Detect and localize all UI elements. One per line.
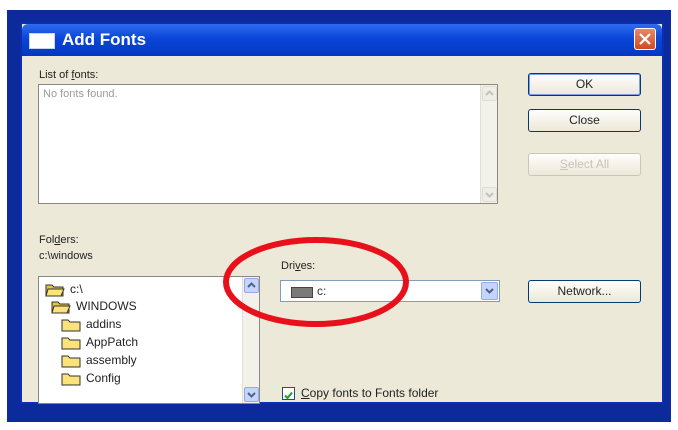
app-icon (29, 33, 55, 49)
network-button[interactable]: Network... (528, 280, 641, 303)
dropdown-arrow-button[interactable] (481, 282, 498, 300)
folders-label: Folders: (39, 234, 79, 246)
open-folder-icon (51, 301, 71, 314)
scroll-down-button[interactable] (244, 387, 259, 402)
ok-button[interactable]: OK (528, 73, 641, 96)
folder-icon (61, 373, 81, 386)
folder-icon (61, 319, 81, 332)
folder-icon (61, 355, 81, 368)
scroll-down-button[interactable] (482, 187, 497, 202)
title-bar[interactable]: Add Fonts (22, 24, 662, 56)
close-icon (639, 33, 651, 45)
chevron-down-icon (247, 392, 256, 398)
checkmark-icon (284, 391, 293, 400)
annotation-circle (223, 237, 409, 327)
current-folder-path: c:\windows (39, 250, 93, 262)
dialog-title: Add Fonts (62, 30, 147, 49)
fonts-scrollbar[interactable] (480, 85, 497, 203)
close-button[interactable]: Close (528, 109, 641, 132)
fonts-listbox[interactable]: No fonts found. (38, 84, 498, 204)
chevron-down-icon (485, 288, 494, 294)
scroll-up-button[interactable] (482, 86, 497, 101)
close-window-button[interactable] (634, 28, 656, 50)
chevron-up-icon (485, 90, 494, 96)
copy-fonts-label[interactable]: Copy fonts to Fonts folder (301, 386, 438, 400)
chevron-down-icon (485, 192, 494, 198)
add-fonts-dialog: Add Fonts List of fonts: No fonts found.… (20, 22, 664, 404)
fonts-list-label: List of fonts: (39, 69, 99, 81)
fonts-empty-message: No fonts found. (43, 88, 118, 100)
folder-icon (61, 337, 81, 350)
open-folder-icon (45, 284, 65, 297)
select-all-button[interactable]: Select All (528, 153, 641, 176)
copy-fonts-checkbox[interactable] (282, 387, 295, 400)
